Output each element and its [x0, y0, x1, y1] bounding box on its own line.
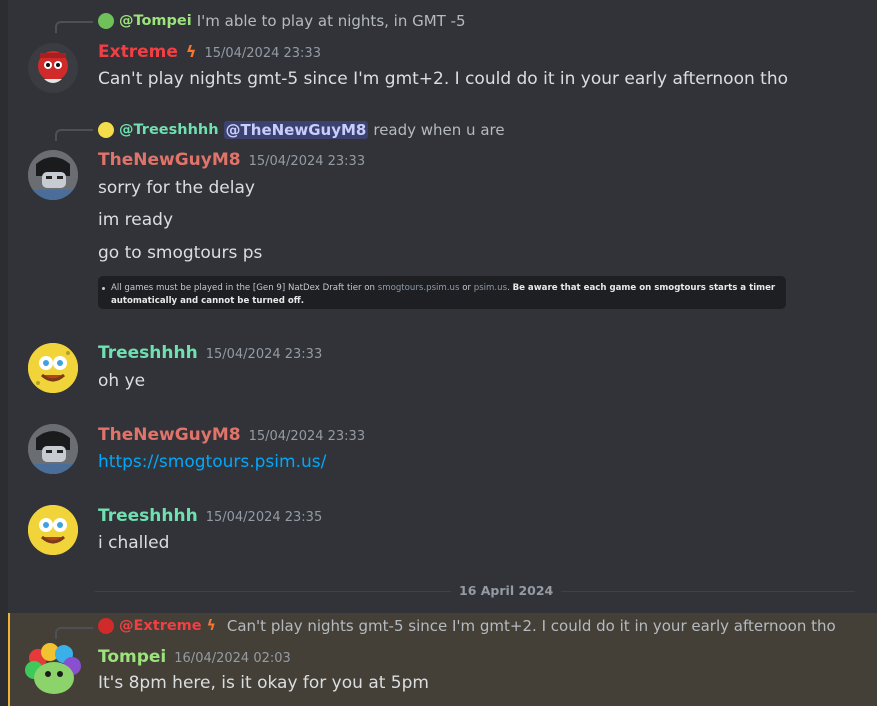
avatar[interactable] — [24, 642, 82, 700]
reply-avatar — [98, 618, 114, 634]
image-attachment[interactable]: All games must be played in the [Gen 9] … — [98, 276, 786, 309]
reply-preview[interactable]: @Extreme ϟ Can't play nights gmt-5 since… — [98, 616, 836, 636]
message-link[interactable]: https://smogtours.psim.us/ — [98, 452, 326, 472]
message-text: oh ye — [98, 371, 146, 391]
avatar[interactable] — [28, 150, 78, 200]
reply-preview[interactable]: @Treeshhhh @TheNewGuyM8 ready when u are — [98, 120, 505, 140]
author-name[interactable]: Treeshhhh — [98, 506, 198, 526]
reply-preview[interactable]: @Tompei I'm able to play at nights, in G… — [98, 11, 466, 31]
reply-text[interactable]: I'm able to play at nights, in GMT -5 — [197, 12, 466, 30]
reply-text[interactable]: ready when u are — [373, 121, 504, 139]
reply-avatar — [98, 13, 114, 29]
timestamp[interactable]: 15/04/2024 23:33 — [249, 429, 366, 444]
reply-connector — [55, 129, 93, 141]
bullet — [102, 287, 105, 290]
lightning-icon: ϟ — [206, 618, 216, 634]
message-text: i challed — [98, 533, 170, 553]
reply-connector — [55, 627, 93, 639]
lightning-icon: ϟ — [185, 42, 197, 61]
avatar[interactable] — [28, 424, 78, 474]
reply-avatar — [98, 122, 114, 138]
rules-link: psim.us — [473, 283, 508, 293]
timestamp[interactable]: 15/04/2024 23:33 — [249, 154, 366, 169]
rules-text: All games must be played in the [Gen 9] … — [111, 283, 776, 306]
reply-author[interactable]: @Treeshhhh — [119, 122, 219, 138]
avatar[interactable] — [28, 43, 78, 93]
timestamp[interactable]: 16/04/2024 02:03 — [174, 651, 291, 666]
rules-text-a: All games must be played in the [Gen 9] … — [111, 283, 375, 293]
avatar[interactable] — [28, 505, 78, 555]
mention[interactable]: @TheNewGuyM8 — [223, 121, 369, 139]
reply-author[interactable]: @Extreme — [119, 618, 202, 634]
date-divider: 16 April 2024 — [451, 583, 562, 598]
timestamp[interactable]: 15/04/2024 23:33 — [204, 46, 321, 61]
left-edge — [0, 0, 8, 706]
rules-or: or — [462, 283, 471, 293]
author-name[interactable]: Treeshhhh — [98, 343, 198, 363]
author-name[interactable]: TheNewGuyM8 — [98, 425, 241, 445]
message-text: sorry for the delay — [98, 178, 255, 198]
reply-text[interactable]: Can't play nights gmt-5 since I'm gmt+2.… — [227, 617, 836, 635]
reply-connector — [55, 21, 93, 33]
timestamp[interactable]: 15/04/2024 23:33 — [206, 347, 323, 362]
message-text: It's 8pm here, is it okay for you at 5pm — [98, 673, 429, 693]
message-text: go to smogtours ps — [98, 243, 263, 263]
message-text: Can't play nights gmt-5 since I'm gmt+2.… — [98, 69, 789, 89]
timestamp[interactable]: 15/04/2024 23:35 — [206, 510, 323, 525]
avatar[interactable] — [28, 343, 78, 393]
message-text: im ready — [98, 210, 174, 230]
reply-author[interactable]: @Tompei — [119, 13, 192, 29]
rules-link: smogtours.psim.us — [377, 283, 460, 293]
author-name[interactable]: Extreme — [98, 42, 178, 62]
author-name[interactable]: TheNewGuyM8 — [98, 150, 241, 170]
author-name[interactable]: Tompei — [98, 647, 166, 667]
